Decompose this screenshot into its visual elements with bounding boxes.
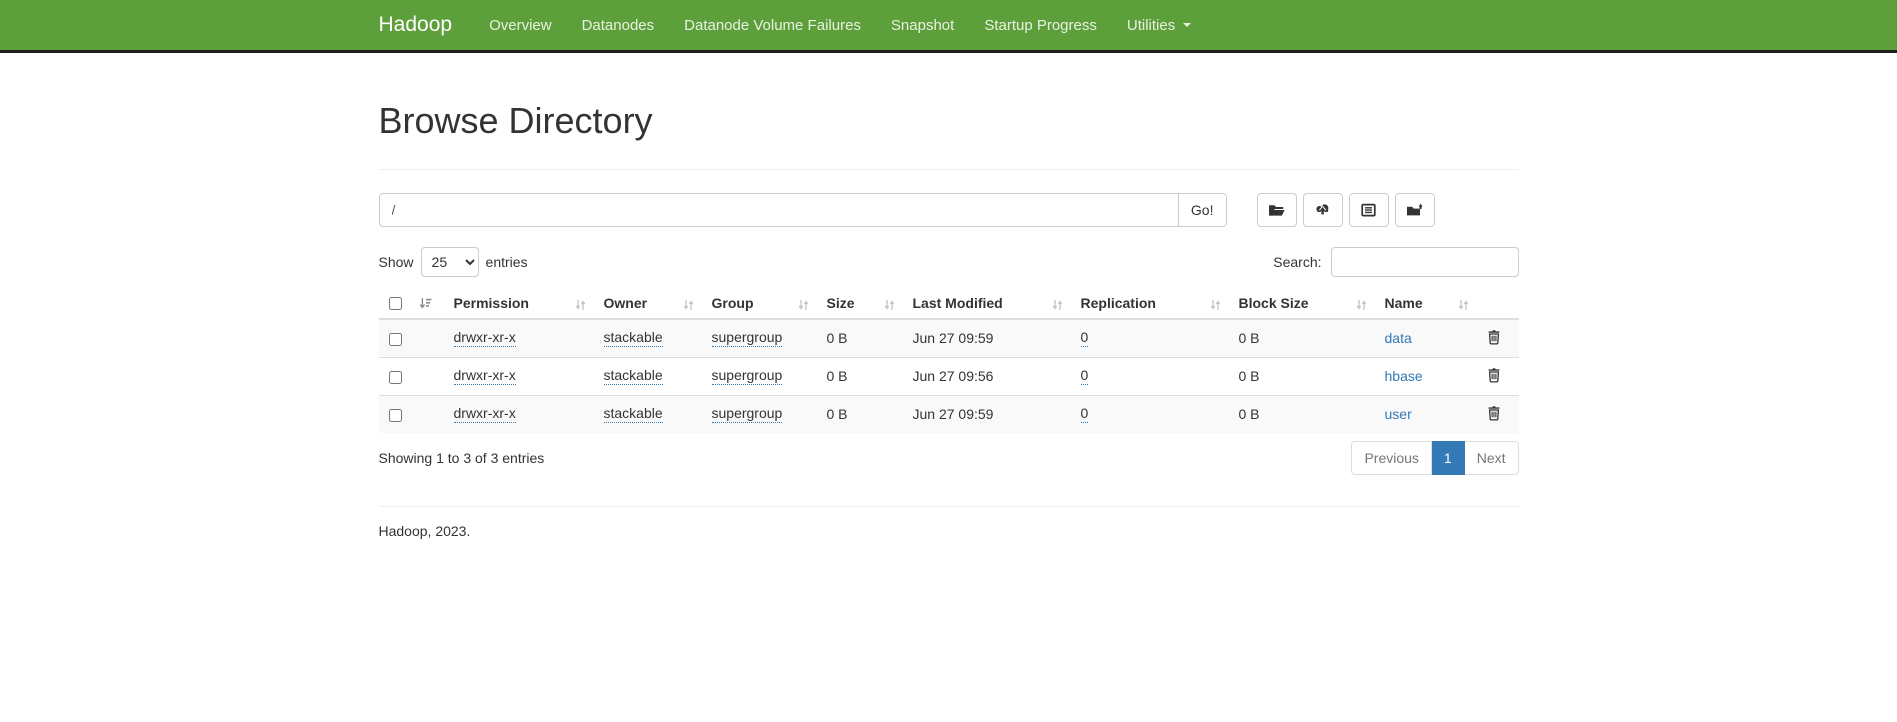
- nav-item-snapshot[interactable]: Snapshot: [876, 2, 969, 49]
- replication-cell[interactable]: 0: [1081, 329, 1089, 347]
- caret-down-icon: [1183, 23, 1191, 27]
- permission-cell[interactable]: drwxr-xr-x: [454, 367, 516, 385]
- size-cell: 0 B: [817, 319, 903, 358]
- table-row: drwxr-xr-x stackable supergroup 0 B Jun …: [379, 357, 1519, 395]
- trash-icon: [1487, 409, 1501, 424]
- row-checkbox[interactable]: [389, 409, 402, 422]
- page-size-select[interactable]: 25: [421, 247, 479, 277]
- header-replication[interactable]: Replication: [1071, 289, 1229, 319]
- replication-cell[interactable]: 0: [1081, 367, 1089, 385]
- nav-item-overview[interactable]: Overview: [474, 2, 567, 49]
- permission-cell[interactable]: drwxr-xr-x: [454, 405, 516, 423]
- row-checkbox[interactable]: [389, 371, 402, 384]
- size-cell: 0 B: [817, 357, 903, 395]
- folder-move-icon: [1406, 202, 1423, 218]
- directory-path-input[interactable]: [379, 193, 1178, 227]
- pagination-previous[interactable]: Previous: [1351, 441, 1431, 475]
- sort-both-icon: [1052, 298, 1063, 315]
- directory-link[interactable]: data: [1385, 330, 1412, 346]
- navbar-menu: Overview Datanodes Datanode Volume Failu…: [474, 2, 1206, 49]
- header-group[interactable]: Group: [702, 289, 817, 319]
- directory-link[interactable]: hbase: [1385, 368, 1423, 384]
- search-label: Search:: [1273, 254, 1321, 270]
- header-name[interactable]: Name: [1375, 289, 1477, 319]
- file-browser-table: Permission Owner Group: [379, 289, 1519, 433]
- pagination: Previous 1 Next: [1351, 441, 1518, 475]
- table-info: Showing 1 to 3 of 3 entries: [379, 450, 545, 466]
- pagination-page-1[interactable]: 1: [1432, 441, 1465, 475]
- show-label: Show: [379, 254, 414, 270]
- directory-input-group: Go!: [379, 193, 1227, 227]
- header-permission[interactable]: Permission: [444, 289, 594, 319]
- go-button[interactable]: Go!: [1178, 193, 1227, 227]
- last-modified-cell: Jun 27 09:59: [903, 319, 1071, 358]
- sort-both-icon: [798, 298, 809, 315]
- owner-cell[interactable]: stackable: [604, 367, 663, 385]
- sort-both-icon: [1458, 298, 1469, 315]
- delete-button[interactable]: [1487, 405, 1501, 424]
- table-search: Search:: [1273, 247, 1518, 277]
- last-modified-cell: Jun 27 09:56: [903, 357, 1071, 395]
- sort-amount-icon: [419, 295, 432, 311]
- nav-item-utilities-label: Utilities: [1127, 17, 1175, 34]
- select-all-header[interactable]: [379, 289, 444, 319]
- path-bar: Go!: [379, 193, 1519, 227]
- block-size-cell: 0 B: [1229, 395, 1375, 433]
- top-navbar: Hadoop Overview Datanodes Datanode Volum…: [0, 0, 1897, 53]
- nav-item-utilities[interactable]: Utilities: [1112, 2, 1206, 49]
- block-size-cell: 0 B: [1229, 319, 1375, 358]
- header-owner[interactable]: Owner: [594, 289, 702, 319]
- table-row: drwxr-xr-x stackable supergroup 0 B Jun …: [379, 395, 1519, 433]
- replication-cell[interactable]: 0: [1081, 405, 1089, 423]
- group-cell[interactable]: supergroup: [712, 405, 783, 423]
- upload-icon: [1314, 202, 1331, 218]
- sort-both-icon: [1210, 298, 1221, 315]
- trash-icon: [1487, 371, 1501, 386]
- upload-file-button[interactable]: [1303, 193, 1343, 227]
- list-alt-icon: [1360, 202, 1377, 218]
- owner-cell[interactable]: stackable: [604, 329, 663, 347]
- explorer-action-buttons: [1257, 193, 1435, 227]
- delete-button[interactable]: [1487, 329, 1501, 348]
- page-length-control: Show 25 entries: [379, 247, 528, 277]
- sort-both-icon: [683, 298, 694, 315]
- brand-hadoop[interactable]: Hadoop: [379, 13, 461, 37]
- page-title: Browse Directory: [379, 101, 1519, 141]
- sort-both-icon: [1356, 298, 1367, 315]
- directory-link[interactable]: user: [1385, 406, 1412, 422]
- size-cell: 0 B: [817, 395, 903, 433]
- entries-label: entries: [486, 254, 528, 270]
- last-modified-cell: Jun 27 09:59: [903, 395, 1071, 433]
- create-directory-button[interactable]: [1257, 193, 1297, 227]
- block-size-cell: 0 B: [1229, 357, 1375, 395]
- permission-cell[interactable]: drwxr-xr-x: [454, 329, 516, 347]
- group-cell[interactable]: supergroup: [712, 367, 783, 385]
- title-divider: [379, 169, 1519, 170]
- sort-both-icon: [575, 298, 586, 315]
- owner-cell[interactable]: stackable: [604, 405, 663, 423]
- nav-item-datanodes[interactable]: Datanodes: [567, 2, 670, 49]
- footer-divider: [379, 506, 1519, 507]
- nav-item-startup-progress[interactable]: Startup Progress: [969, 2, 1112, 49]
- search-input[interactable]: [1331, 247, 1519, 277]
- delete-button[interactable]: [1487, 367, 1501, 386]
- folder-open-icon: [1268, 202, 1285, 218]
- move-button[interactable]: [1395, 193, 1435, 227]
- select-all-checkbox[interactable]: [389, 297, 402, 310]
- cut-paste-button[interactable]: [1349, 193, 1389, 227]
- header-last-modified[interactable]: Last Modified: [903, 289, 1071, 319]
- header-actions: [1477, 289, 1519, 319]
- header-size[interactable]: Size: [817, 289, 903, 319]
- table-header-row: Permission Owner Group: [379, 289, 1519, 319]
- group-cell[interactable]: supergroup: [712, 329, 783, 347]
- sort-both-icon: [884, 298, 895, 315]
- footer-text: Hadoop, 2023.: [379, 523, 1519, 539]
- table-row: drwxr-xr-x stackable supergroup 0 B Jun …: [379, 319, 1519, 358]
- pagination-next[interactable]: Next: [1465, 441, 1519, 475]
- header-block-size[interactable]: Block Size: [1229, 289, 1375, 319]
- trash-icon: [1487, 333, 1501, 348]
- row-checkbox[interactable]: [389, 333, 402, 346]
- nav-item-datanode-volume-failures[interactable]: Datanode Volume Failures: [669, 2, 876, 49]
